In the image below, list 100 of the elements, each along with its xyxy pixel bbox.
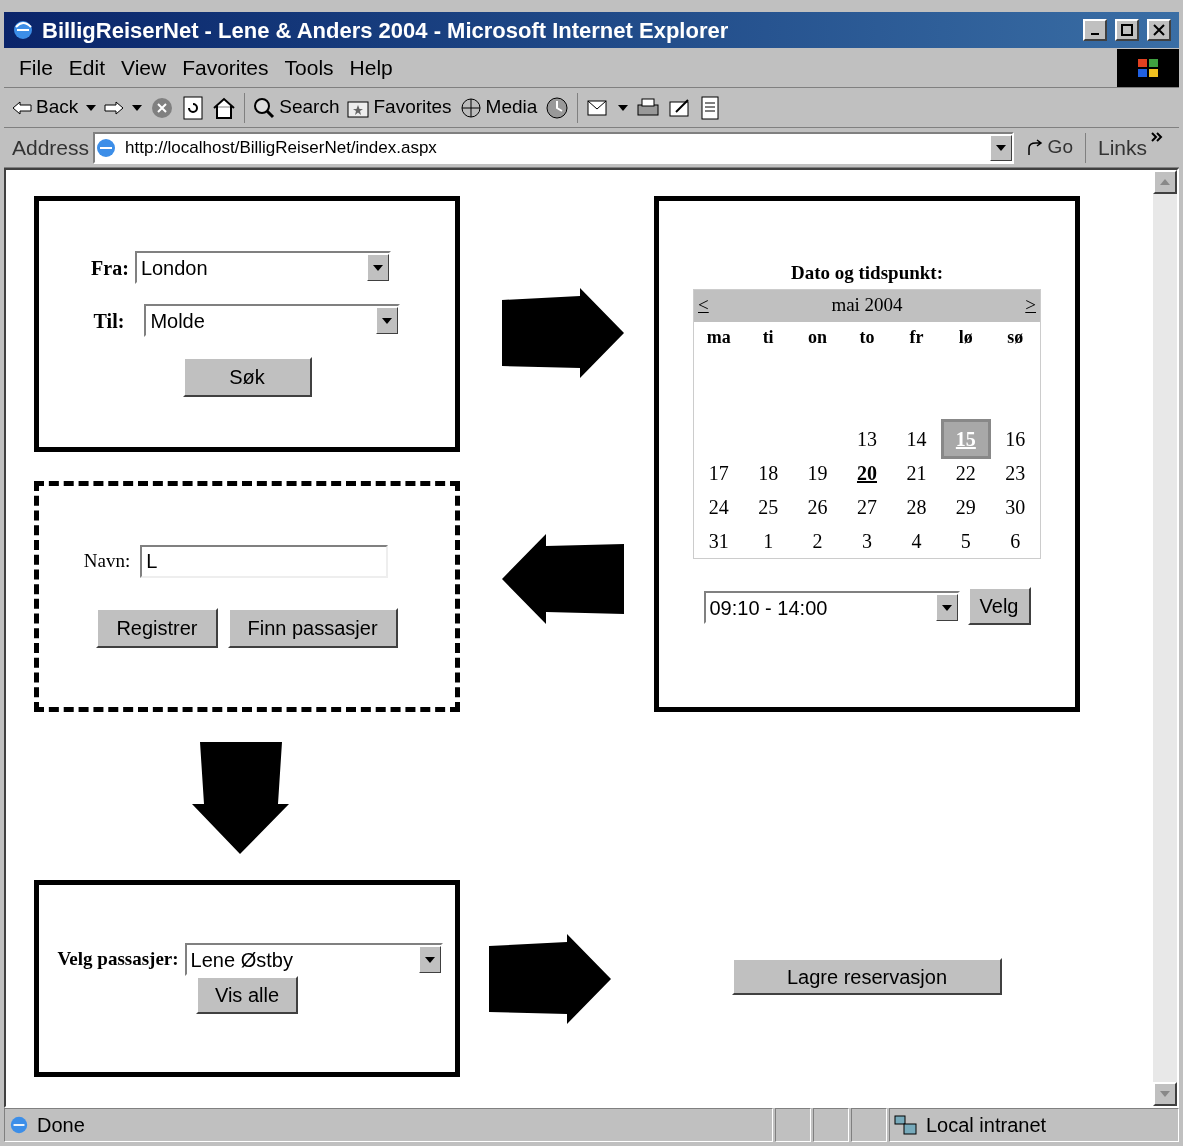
- menu-item[interactable]: File: [16, 51, 56, 84]
- caret-icon[interactable]: [132, 104, 143, 111]
- name-label: Navn:: [83, 549, 131, 574]
- calendar-day[interactable]: 3: [862, 525, 872, 556]
- calendar-day[interactable]: 16: [1005, 423, 1026, 454]
- weekday-header: on: [807, 326, 829, 349]
- page-icon: [9, 1115, 29, 1135]
- menu-item[interactable]: Tools: [281, 51, 337, 84]
- calendar-day[interactable]: 25: [758, 491, 779, 522]
- network-icon: [894, 1114, 918, 1136]
- scroll-up-button[interactable]: [1153, 170, 1177, 194]
- refresh-icon[interactable]: [182, 95, 205, 120]
- calendar-day[interactable]: 26: [807, 491, 828, 522]
- calendar-day[interactable]: 4: [911, 525, 922, 556]
- status-panel: [813, 1108, 849, 1142]
- next-month-link[interactable]: >: [1025, 291, 1036, 320]
- windows-logo-icon: [1117, 48, 1179, 87]
- printer-icon[interactable]: [636, 96, 661, 119]
- favorites-button[interactable]: Favorites: [347, 93, 452, 122]
- address-field[interactable]: http://localhost/BilligReiserNet/index.aspx: [93, 131, 1014, 164]
- calendar-day[interactable]: 20: [857, 457, 877, 488]
- menu-item[interactable]: Edit: [65, 51, 109, 84]
- scroll-down-button[interactable]: [1153, 1082, 1177, 1106]
- status-panel: [851, 1108, 887, 1142]
- form-button[interactable]: Registrer: [96, 608, 218, 648]
- calendar-day[interactable]: 14: [906, 423, 927, 454]
- calendar-day[interactable]: 30: [1005, 491, 1026, 522]
- menu-item[interactable]: Favorites: [179, 51, 272, 84]
- search-button[interactable]: Søk: [182, 357, 312, 397]
- calendar-day[interactable]: 13: [857, 423, 877, 454]
- go-button[interactable]: Go: [1017, 133, 1081, 162]
- show-all-button[interactable]: Vis alle: [196, 976, 298, 1014]
- calendar-day[interactable]: 28: [906, 491, 927, 522]
- weekday-header: sø: [1006, 326, 1025, 349]
- curved-arrow-icon: [1025, 138, 1044, 157]
- calendar-title: Dato og tidspunkt:: [790, 261, 943, 285]
- down-triangle-icon: [1160, 1091, 1170, 1097]
- menu-item[interactable]: Help: [346, 51, 396, 84]
- calendar-day[interactable]: 1: [763, 525, 774, 556]
- dropdown[interactable]: 09:10 - 14:00: [703, 591, 960, 624]
- document-icon[interactable]: [700, 95, 721, 120]
- calendar-day[interactable]: 23: [1005, 457, 1026, 488]
- close-button[interactable]: [1147, 19, 1171, 41]
- calendar-day[interactable]: 24: [708, 491, 729, 522]
- calendar-day[interactable]: 19: [807, 457, 828, 488]
- calendar-day[interactable]: 6: [1010, 525, 1021, 556]
- dropdown[interactable]: Molde: [144, 304, 401, 337]
- window-title: BilligReiserNet - Lene & Anders 2004 - Microsoft Internet Explorer: [42, 16, 730, 45]
- calendar-day[interactable]: 17: [708, 457, 729, 488]
- status-panel: [775, 1108, 811, 1142]
- calendar-day[interactable]: 31: [708, 525, 729, 556]
- maximize-icon: [1121, 24, 1133, 36]
- save-reservation-button[interactable]: Lagre reservasjon: [732, 958, 1002, 995]
- calendar-day[interactable]: 29: [955, 491, 976, 522]
- browser-logo-icon: [12, 19, 34, 41]
- menu-item[interactable]: View: [118, 51, 170, 84]
- dropdown[interactable]: Lene Østby: [184, 943, 443, 976]
- right-arrow-icon[interactable]: [104, 100, 125, 115]
- links-button[interactable]: Links: [1089, 131, 1171, 164]
- status-text: Done: [37, 1113, 85, 1138]
- choose-button[interactable]: Velg: [967, 586, 1031, 625]
- page-icon: [95, 136, 118, 159]
- month-label: mai 2004: [831, 293, 903, 318]
- calendar-day[interactable]: 21: [906, 457, 927, 488]
- zone-text: Local intranet: [926, 1113, 1047, 1138]
- previous-month-link[interactable]: <: [698, 291, 709, 320]
- address-label: Address: [12, 134, 90, 161]
- history-icon[interactable]: [545, 95, 570, 120]
- caret-icon[interactable]: [618, 104, 629, 111]
- weekday-header: ti: [761, 326, 775, 349]
- media-button[interactable]: Media: [459, 93, 538, 122]
- calendar-day[interactable]: 27: [857, 491, 877, 522]
- stop-icon[interactable]: [150, 95, 175, 120]
- search-icon: [253, 96, 276, 119]
- calendar-day[interactable]: 5: [960, 525, 971, 556]
- from-label: Fra:: [91, 255, 129, 281]
- back-button[interactable]: Back: [12, 93, 79, 122]
- name-field[interactable]: L: [140, 545, 389, 578]
- scrollbar[interactable]: [1153, 170, 1177, 1106]
- to-label: Til:: [93, 308, 125, 334]
- maximize-button[interactable]: [1115, 19, 1139, 41]
- search-button[interactable]: Search: [253, 93, 340, 122]
- left-arrow-icon: [12, 100, 32, 115]
- calendar-day[interactable]: 2: [812, 525, 823, 556]
- form-button[interactable]: Finn passasjer: [227, 608, 398, 648]
- close-icon: [1153, 24, 1165, 36]
- passenger-label: Velg passasjer:: [57, 947, 179, 972]
- calendar-day[interactable]: 18: [758, 457, 779, 488]
- weekday-header: to: [858, 326, 876, 349]
- weekday-header: fr: [908, 326, 925, 349]
- globe-icon: [459, 96, 482, 119]
- caret-icon[interactable]: [86, 104, 97, 111]
- home-icon[interactable]: [212, 96, 237, 119]
- weekday-header: lø: [957, 326, 974, 349]
- minimize-icon: [1091, 33, 1099, 35]
- chevron-icon: [1151, 131, 1163, 142]
- calendar-day[interactable]: 22: [955, 457, 976, 488]
- minimize-button[interactable]: [1083, 19, 1107, 41]
- dropdown[interactable]: London: [134, 251, 391, 284]
- weekday-header: ma: [705, 326, 732, 349]
